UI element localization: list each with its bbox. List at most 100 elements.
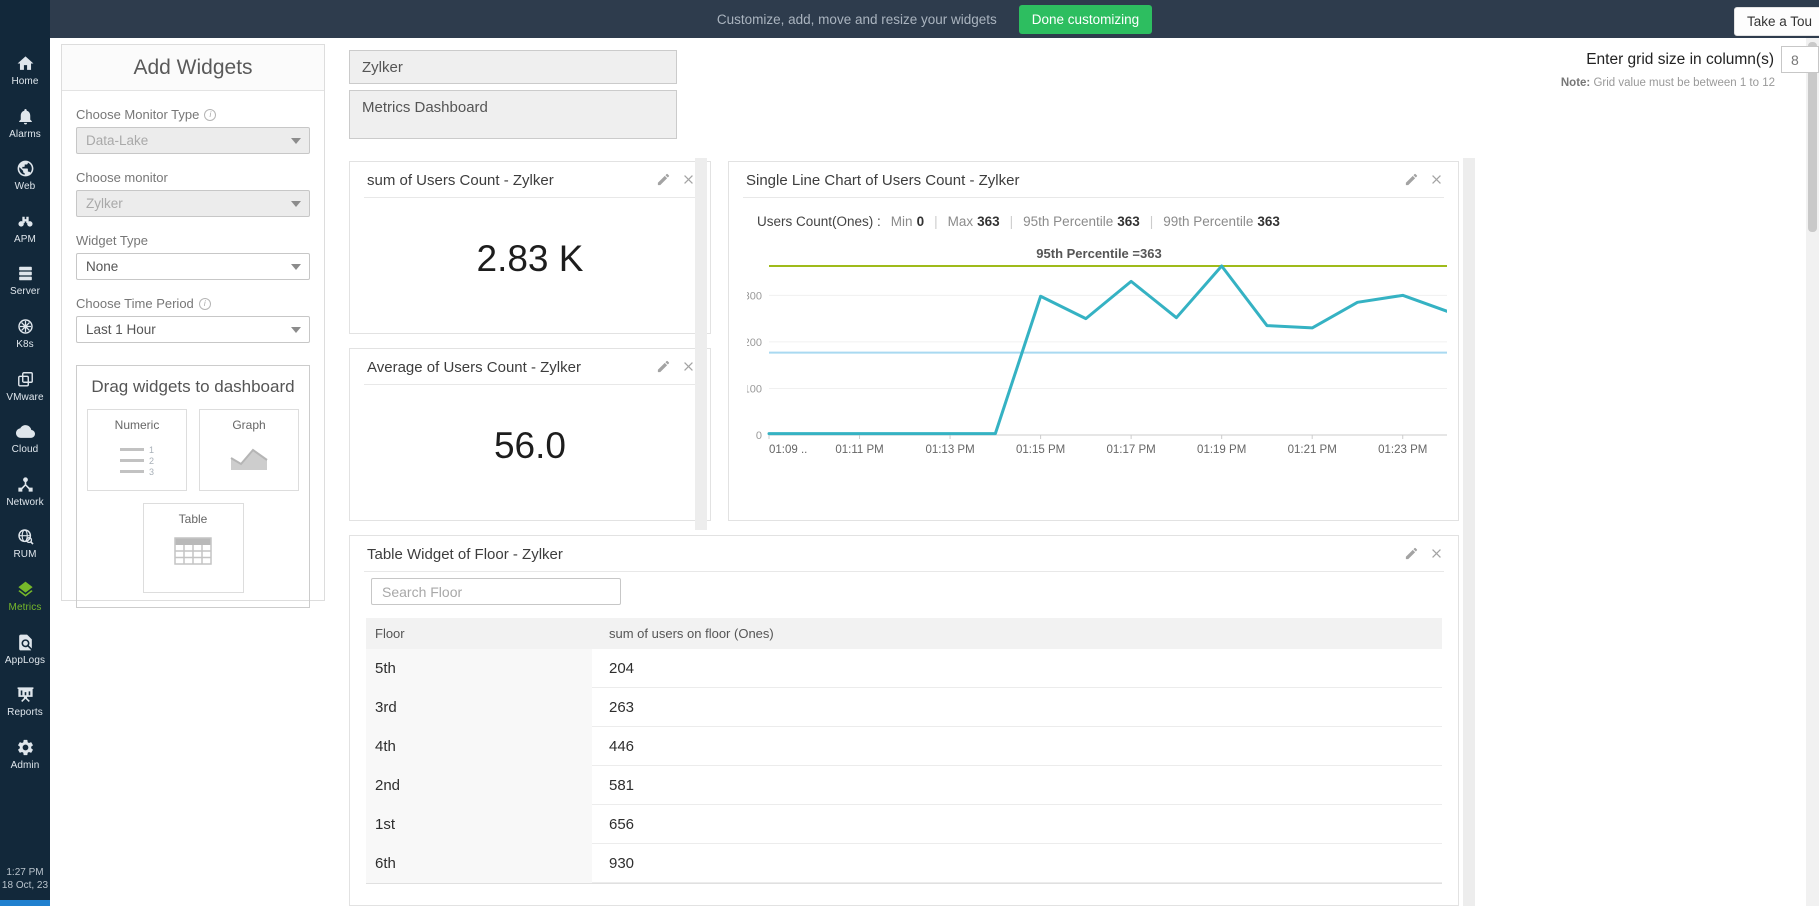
percentile-annotation: 95th Percentile =363: [1036, 246, 1161, 261]
sidebar-item-apm[interactable]: APM: [0, 206, 50, 259]
cloud-icon: [16, 422, 35, 441]
sidebar-item-label: Cloud: [12, 444, 39, 455]
widget-title: Single Line Chart of Users Count - Zylke…: [746, 172, 1019, 189]
select-choose-monitor-type: Data-Lake: [76, 127, 310, 154]
sidebar-item-reports[interactable]: Reports: [0, 679, 50, 732]
table-row: 3rd263: [366, 688, 1442, 727]
stat-name: 95th Percentile: [1023, 214, 1113, 229]
web-icon: [16, 159, 35, 178]
app-root: HomeAlarms Web APM ServerK8s VMware Cloud Netw…: [0, 0, 1819, 906]
select-value: Data-Lake: [86, 133, 148, 148]
y-tick-label: 0: [756, 430, 762, 442]
close-icon[interactable]: [681, 359, 696, 374]
select-widget-type[interactable]: None: [76, 253, 310, 280]
floor-table: Floor sum of users on floor (Ones) 5th20…: [366, 618, 1442, 884]
sidebar-item-label: Network: [6, 497, 43, 508]
left-nav-rail: HomeAlarms Web APM ServerK8s VMware Cloud Netw…: [0, 0, 50, 906]
drag-card-table-label: Table: [144, 512, 243, 526]
reports-icon: [16, 685, 35, 704]
sidebar-item-vmware[interactable]: VMware: [0, 364, 50, 417]
server-icon: [16, 264, 35, 283]
sidebar-item-label: Reports: [7, 707, 43, 718]
sidebar-item-cloud[interactable]: Cloud: [0, 416, 50, 469]
dashboard-name-field[interactable]: [349, 50, 677, 84]
sidebar-item-admin[interactable]: Admin: [0, 732, 50, 785]
widget-single-line-chart: Single Line Chart of Users Count - Zylke…: [728, 161, 1459, 521]
stat-name: Max: [948, 214, 974, 229]
sidebar-item-network[interactable]: Network: [0, 469, 50, 522]
widget-title: sum of Users Count - Zylker: [367, 172, 554, 189]
average-value: 56.0: [350, 425, 710, 467]
cell-sum: 204: [592, 649, 1442, 688]
drag-card-numeric[interactable]: Numeric 1 2 3: [87, 409, 187, 491]
sidebar-item-label: VMware: [6, 392, 43, 403]
close-icon[interactable]: [1429, 546, 1444, 561]
sidebar-item-rum[interactable]: RUM: [0, 521, 50, 574]
field-label-2: Widget Type: [76, 233, 310, 248]
drag-card-table[interactable]: Table: [143, 503, 244, 593]
chevron-down-icon: [291, 138, 301, 144]
widget-sum-users-count: sum of Users Count - Zylker 2.83 K: [349, 161, 711, 334]
edit-icon[interactable]: [656, 359, 671, 374]
cell-floor: 1st: [366, 805, 592, 844]
sidebar-item-applogs[interactable]: AppLogs: [0, 627, 50, 680]
info-icon: i: [204, 109, 216, 121]
sidebar-item-home[interactable]: Home: [0, 48, 50, 101]
select-choose-time-period[interactable]: Last 1 Hour: [76, 316, 310, 343]
drag-card-numeric-label: Numeric: [88, 418, 186, 432]
applogs-icon: [16, 633, 35, 652]
info-icon: i: [199, 298, 211, 310]
chevron-down-icon: [291, 327, 301, 333]
field-label-0: Choose Monitor Typei: [76, 107, 310, 122]
apm-icon: [16, 212, 35, 231]
users-count-series-line: [769, 266, 1447, 434]
sidebar-item-alarms[interactable]: Alarms: [0, 101, 50, 154]
table-row: 4th446: [366, 727, 1442, 766]
edit-icon[interactable]: [656, 172, 671, 187]
sidebar-item-server[interactable]: Server: [0, 258, 50, 311]
take-a-tour-button[interactable]: Take a Tou: [1734, 7, 1819, 36]
graph-widget-icon: [227, 440, 271, 474]
sum-value: 2.83 K: [350, 238, 710, 280]
grid-size-input[interactable]: [1781, 46, 1819, 73]
drag-widgets-title: Drag widgets to dashboard: [87, 377, 299, 397]
stat-value: 0: [917, 214, 925, 229]
sidebar-item-label: APM: [14, 234, 36, 245]
x-tick-label: 01:11 PM: [835, 444, 883, 456]
numeric-widget-icon: 1 2 3: [120, 444, 154, 477]
edit-icon[interactable]: [1404, 546, 1419, 561]
cell-floor: 5th: [366, 649, 592, 688]
grid-size-label: Enter grid size in column(s): [1586, 51, 1774, 69]
sidebar-item-web[interactable]: Web: [0, 153, 50, 206]
x-tick-label: 01:19 PM: [1197, 444, 1246, 456]
drag-card-graph[interactable]: Graph: [199, 409, 299, 491]
network-icon: [16, 475, 35, 494]
admin-icon: [16, 738, 35, 757]
sidebar-item-k8s[interactable]: K8s: [0, 311, 50, 364]
field-label-1: Choose monitor: [76, 170, 310, 185]
sidebar-item-label: Web: [15, 181, 36, 192]
sidebar-item-label: Admin: [11, 760, 40, 771]
table-row: 5th204: [366, 649, 1442, 688]
cell-floor: 2nd: [366, 766, 592, 805]
cell-sum: 930: [592, 844, 1442, 883]
close-icon[interactable]: [1429, 172, 1444, 187]
page-scrollbar[interactable]: [1806, 38, 1819, 906]
customize-message: Customize, add, move and resize your wid…: [717, 12, 997, 27]
dashboard-description-field[interactable]: Metrics Dashboard: [349, 90, 677, 139]
edit-icon[interactable]: [1404, 172, 1419, 187]
search-floor-input[interactable]: [371, 578, 621, 605]
x-tick-label: 01:15 PM: [1016, 444, 1065, 456]
stat-value: 363: [1257, 214, 1280, 229]
rail-clock: 1:27 PM 18 Oct, 23: [0, 866, 50, 892]
sidebar-item-metrics[interactable]: Metrics: [0, 574, 50, 627]
chevron-down-icon: [291, 201, 301, 207]
field-label-3: Choose Time Periodi: [76, 296, 310, 311]
done-customizing-button[interactable]: Done customizing: [1019, 5, 1152, 34]
widget-table-floor: Table Widget of Floor - Zylker Floor sum…: [349, 535, 1459, 906]
select-choose-monitor: Zylker: [76, 190, 310, 217]
drag-widgets-box: Drag widgets to dashboard Numeric 1 2 3 …: [76, 365, 310, 608]
stat-value: 363: [977, 214, 1000, 229]
select-value: Zylker: [86, 196, 123, 211]
close-icon[interactable]: [681, 172, 696, 187]
